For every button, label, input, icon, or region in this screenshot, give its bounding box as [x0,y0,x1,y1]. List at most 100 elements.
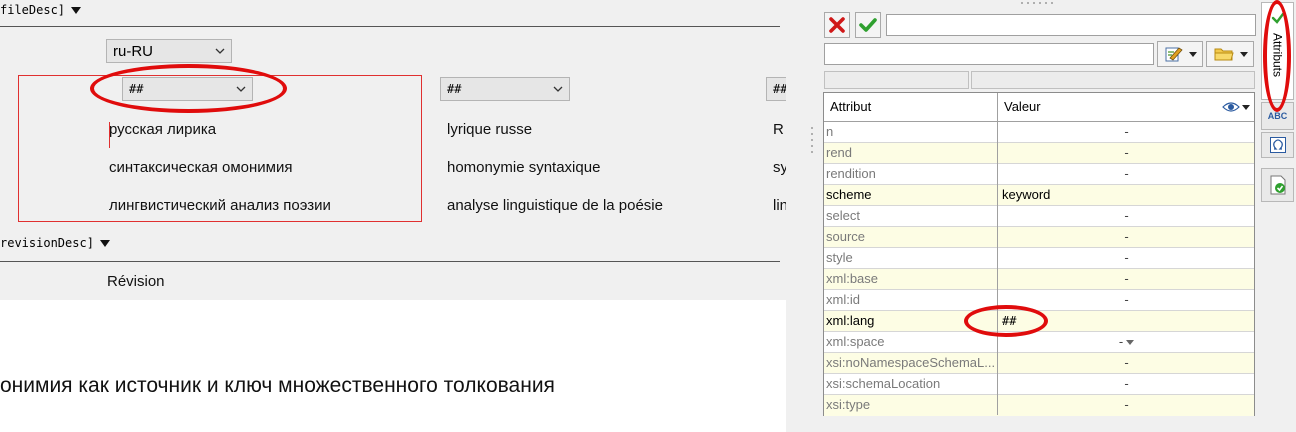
chevron-down-icon [234,77,248,101]
attr-name: rend [826,145,853,160]
keyword-lang-value-3: ## [773,82,786,96]
red-x-icon [829,17,845,33]
keyword-lang-value-1: ## [129,82,144,96]
attr-value[interactable]: ## [999,311,1257,331]
validate-icon [1270,175,1285,195]
keyword-lang-combobox-1[interactable]: ## [122,77,253,101]
folder-dropdown-button[interactable] [1206,41,1254,67]
folder-icon [1214,48,1234,61]
revisiondesc-tag[interactable]: revisionDesc] [0,236,110,250]
filedesc-tag-label: fileDesc] [0,3,66,17]
attributes-table[interactable]: Attribut Valeur n- rend - rendition - sche… [823,92,1255,416]
side-tab-strip: Attributs ABC [1260,0,1296,432]
attr-name: select [826,208,860,223]
cancel-button[interactable] [824,12,850,38]
green-check-icon [859,18,877,32]
chevron-down-icon [213,39,227,63]
table-row[interactable]: source - [824,227,1254,248]
dropdown-arrow-icon[interactable] [1126,340,1135,346]
attr-name: xml:base [826,271,879,286]
grip-handle-icon[interactable] [808,120,822,160]
attr-name: style [826,250,853,265]
attr-value[interactable]: - [999,290,1254,310]
attr-name: rendition [826,166,876,181]
table-row[interactable]: xsi:type - [824,395,1254,416]
dropdown-arrow-icon [1188,51,1197,57]
attr-value[interactable]: - [999,143,1254,163]
panel-subtab[interactable] [824,71,969,89]
attr-value[interactable]: - [999,248,1254,268]
attr-value[interactable]: - [999,332,1254,352]
attr-value[interactable]: keyword [999,185,1257,205]
keyword-third-2[interactable]: sy [773,159,786,176]
column-header-value[interactable]: Valeur [1004,93,1041,121]
table-row[interactable]: xml:space - [824,332,1254,353]
chevron-down-icon [551,77,565,101]
attr-value[interactable]: - [999,227,1254,247]
keyword-fr-3[interactable]: analyse linguistique de la poésie [447,197,663,214]
apply-button[interactable] [855,12,881,38]
document-editor: fileDesc] ru-RU ## ## ## русская лирика … [0,0,786,432]
dropdown-arrow-icon [1242,104,1250,110]
column-header-attribute[interactable]: Attribut [830,93,871,121]
filedesc-tag[interactable]: fileDesc] [0,3,82,17]
attr-name: xml:id [826,292,860,307]
collapse-triangle-icon[interactable] [99,240,110,247]
attr-value[interactable]: - [999,374,1254,394]
keyword-ru-2[interactable]: синтаксическая омонимия [109,159,292,176]
attr-value[interactable]: - [999,395,1254,415]
attr-value[interactable]: - [999,206,1254,226]
table-row[interactable]: n- [824,122,1254,143]
lang-combobox-value: ru-RU [113,42,153,60]
table-row[interactable]: rend - [824,143,1254,164]
eye-icon [1222,102,1240,112]
attr-value[interactable]: - [999,164,1254,184]
tab-characters[interactable] [1261,132,1294,158]
table-row[interactable]: xsi:schemaLocation - [824,374,1254,395]
table-row[interactable]: select - [824,206,1254,227]
keyword-lang-combobox-3[interactable]: ## [766,77,786,101]
keyword-ru-1[interactable]: русская лирика [109,121,216,138]
divider [0,26,780,27]
attr-name: source [826,229,866,244]
keyword-third-1[interactable]: R [773,121,784,138]
tab-attributes-label: Attributs [1270,33,1285,78]
table-row[interactable]: style - [824,248,1254,269]
tab-spellcheck[interactable]: ABC [1261,102,1294,130]
keyword-fr-2[interactable]: homonymie syntaxique [447,159,600,176]
keyword-fr-1[interactable]: lyrique russe [447,121,532,138]
visibility-dropdown[interactable] [1220,93,1252,121]
table-row[interactable]: rendition - [824,164,1254,185]
tab-validation[interactable] [1261,168,1294,202]
attr-name: n [826,124,834,139]
table-row[interactable]: xml:id - [824,290,1254,311]
document-heading[interactable]: онимия как источник и ключ множественног… [0,374,555,398]
omega-icon [1269,137,1286,153]
attribute-name-input[interactable] [824,43,1154,65]
table-row[interactable]: scheme keyword [824,185,1254,206]
tab-attributes[interactable]: Attributs [1261,2,1294,100]
keyword-third-3[interactable]: lin [773,197,786,214]
attr-value[interactable]: - [999,122,1254,142]
attr-value-text: - [1118,334,1124,349]
lang-combobox[interactable]: ru-RU [106,39,232,63]
collapse-triangle-icon[interactable] [71,7,82,14]
keyword-ru-3[interactable]: лингвистический анализ поэзии [109,197,331,214]
table-row[interactable]: xsi:noNamespaceSchemaL... - [824,353,1254,374]
table-row[interactable]: xml:lang ## [824,311,1254,332]
table-row[interactable]: xml:base - [824,269,1254,290]
attr-value[interactable]: - [999,353,1254,373]
panel-subtab[interactable] [971,71,1255,89]
attribute-value-input[interactable] [886,14,1256,36]
attr-value[interactable]: - [999,269,1254,289]
abc-icon: ABC [1267,111,1288,121]
keyword-lang-combobox-2[interactable]: ## [440,77,570,101]
divider [0,261,780,262]
edit-dropdown-button[interactable] [1157,41,1203,67]
column-divider [997,93,998,121]
dropdown-arrow-icon [1239,51,1248,57]
attributes-table-header: Attribut Valeur [824,93,1254,122]
keyword-lang-value-2: ## [447,82,462,96]
grip-handle-icon[interactable] [1018,0,1058,6]
revision-label: Révision [107,273,165,290]
